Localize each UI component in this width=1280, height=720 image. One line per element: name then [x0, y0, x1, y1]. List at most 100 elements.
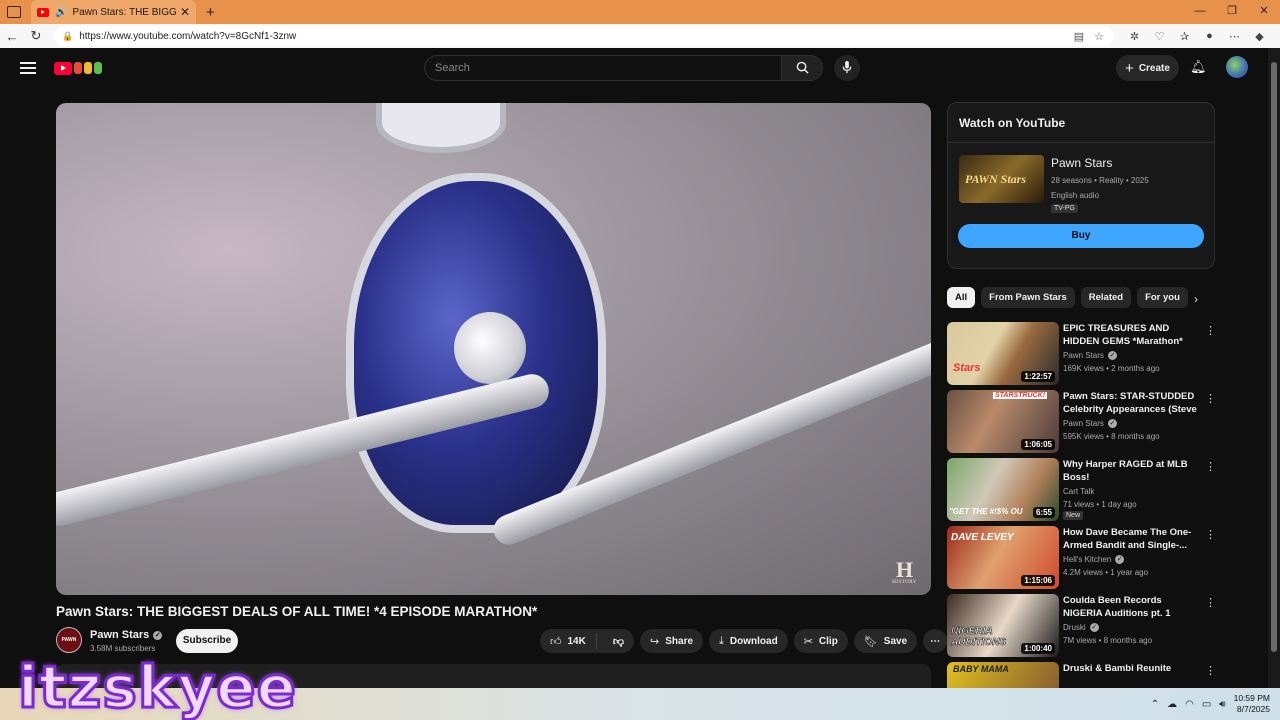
- more-menu-icon[interactable]: ⋯: [1222, 30, 1247, 43]
- list-item[interactable]: STARSTRUCK! 1:06:05 Pawn Stars: STAR-STU…: [947, 390, 1222, 458]
- minimize-icon[interactable]: —: [1184, 0, 1216, 24]
- channel-name[interactable]: Cart Talk: [1063, 487, 1094, 496]
- channel-name[interactable]: Pawn Stars ✓: [1063, 351, 1117, 361]
- user-avatar[interactable]: [1226, 56, 1248, 78]
- more-vertical-icon[interactable]: ⋮: [1205, 392, 1216, 405]
- scissors-icon: ✂: [803, 635, 813, 648]
- list-item[interactable]: NIGERIA AUDITIONS 1:00:40 Coulda Been Re…: [947, 594, 1222, 662]
- browser-essentials-icon[interactable]: ♡: [1147, 30, 1172, 43]
- wifi-icon[interactable]: ◠: [1185, 699, 1194, 710]
- download-button[interactable]: ⤓ Download: [709, 629, 788, 653]
- scrollbar-thumb[interactable]: [1271, 62, 1277, 652]
- video-meta: 595K views • 8 months ago: [1063, 432, 1160, 441]
- save-button[interactable]: 🔖︎ Save: [853, 629, 918, 653]
- clip-button[interactable]: ✂ Clip: [793, 629, 848, 653]
- list-item[interactable]: "GET THE #!$% OU 6:55 Why Harper RAGED a…: [947, 458, 1222, 526]
- channel-avatar[interactable]: PAWN: [56, 627, 82, 653]
- show-title[interactable]: Pawn Stars: [1051, 156, 1112, 170]
- show-thumbnail[interactable]: PAWN Stars: [959, 155, 1044, 203]
- like-button[interactable]: 👍︎ 14K: [540, 633, 597, 649]
- chip-from-pawn-stars[interactable]: From Pawn Stars: [981, 287, 1075, 308]
- more-vertical-icon[interactable]: ⋮: [1205, 528, 1216, 541]
- close-window-icon[interactable]: ✕: [1248, 0, 1280, 24]
- list-item[interactable]: DAVE LEVEY 1:15:06 How Dave Became The O…: [947, 526, 1222, 594]
- video-thumbnail[interactable]: "GET THE #!$% OU 6:55: [947, 458, 1059, 521]
- streamer-overlay-logo: itzskyee: [17, 653, 298, 720]
- volume-icon[interactable]: 🔊︎: [1219, 699, 1225, 710]
- network-icon[interactable]: ☁: [1167, 699, 1177, 710]
- video-title[interactable]: Druski & Bambi Reunite: [1063, 662, 1203, 675]
- chip-all[interactable]: All: [947, 287, 976, 308]
- video-thumbnail[interactable]: STARSTRUCK! 1:06:05: [947, 390, 1059, 453]
- search-input[interactable]: Search: [424, 55, 782, 81]
- video-title[interactable]: Why Harper RAGED at MLB Boss!: [1063, 458, 1203, 484]
- plus-icon: +: [1125, 59, 1134, 77]
- youtube-header: Search + Create 🔔︎: [0, 48, 1268, 88]
- recommendations-list: Stars 1:22:57 EPIC TREASURES AND HIDDEN …: [947, 322, 1222, 720]
- video-title[interactable]: How Dave Became The One-Armed Bandit and…: [1063, 526, 1203, 552]
- chip-for-you[interactable]: For you: [1137, 287, 1188, 308]
- create-label: Create: [1138, 62, 1170, 74]
- subscribe-button[interactable]: Subscribe: [176, 629, 238, 653]
- share-button[interactable]: ↪ Share: [640, 629, 704, 653]
- video-thumbnail[interactable]: NIGERIA AUDITIONS 1:00:40: [947, 594, 1059, 657]
- system-clock[interactable]: 10:59 PM 8/7/2025: [1234, 693, 1270, 715]
- video-player[interactable]: H HISTORY: [56, 103, 931, 595]
- extensions-icon[interactable]: ✲: [1122, 30, 1147, 43]
- chips-next-chevron-icon[interactable]: ›: [1194, 292, 1198, 306]
- video-meta: 7M views • 8 months ago: [1063, 636, 1153, 645]
- back-icon[interactable]: ←: [0, 29, 24, 44]
- close-tab-icon[interactable]: ✕: [180, 5, 190, 19]
- video-title[interactable]: EPIC TREASURES AND HIDDEN GEMS *Marathon…: [1063, 322, 1203, 348]
- create-button[interactable]: + Create: [1116, 55, 1179, 81]
- video-thumbnail[interactable]: Stars 1:22:57: [947, 322, 1059, 385]
- more-actions-button[interactable]: ⋯: [923, 629, 948, 653]
- show-hidden-icons-icon[interactable]: ⌃: [1151, 699, 1159, 710]
- chip-related[interactable]: Related: [1080, 287, 1132, 308]
- channel-name[interactable]: Druski ✓: [1063, 623, 1099, 633]
- new-tab-icon[interactable]: +: [206, 4, 215, 21]
- reader-view-icon[interactable]: ▤: [1074, 30, 1084, 43]
- buy-button[interactable]: Buy: [958, 224, 1204, 248]
- channel-name[interactable]: Pawn Stars ✓: [1063, 419, 1117, 429]
- more-vertical-icon[interactable]: ⋮: [1205, 664, 1216, 677]
- video-title[interactable]: Pawn Stars: STAR-STUDDED Celebrity Appea…: [1063, 390, 1203, 416]
- channel-name[interactable]: Hell's Kitchen ✓: [1063, 555, 1125, 565]
- video-thumbnail[interactable]: DAVE LEVEY 1:15:06: [947, 526, 1059, 589]
- url-field[interactable]: 🔒 https://www.youtube.com/watch?v=8GcNf1…: [54, 26, 1114, 46]
- profile-icon[interactable]: ●: [1197, 30, 1222, 42]
- copilot-icon[interactable]: ◆: [1247, 30, 1272, 43]
- dislike-button[interactable]: 👎︎: [603, 635, 634, 648]
- search-button[interactable]: [781, 55, 823, 81]
- tab-actions-icon[interactable]: [7, 6, 21, 18]
- system-tray: ⌃ ☁ ◠ ▭ 🔊︎ 10:59 PM 8/7/2025: [1151, 688, 1270, 720]
- display-icon[interactable]: ▭: [1202, 699, 1211, 710]
- more-vertical-icon[interactable]: ⋮: [1205, 596, 1216, 609]
- duration-badge: 1:06:05: [1021, 439, 1055, 450]
- new-badge: New: [1063, 511, 1084, 520]
- maximize-icon[interactable]: ❐: [1216, 0, 1248, 24]
- refresh-icon[interactable]: ↻: [24, 28, 48, 44]
- notifications-bell-icon[interactable]: 🔔︎: [1190, 59, 1207, 75]
- video-actions: 👍︎ 14K 👎︎ ↪ Share ⤓ Download ✂ Clip 🔖︎ S…: [540, 629, 948, 653]
- speaker-icon[interactable]: 🔊: [55, 7, 67, 18]
- lock-icon[interactable]: 🔒: [62, 31, 73, 42]
- favorites-icon[interactable]: ✰: [1172, 30, 1197, 43]
- verified-check-icon: ✓: [1089, 623, 1099, 633]
- list-item[interactable]: Stars 1:22:57 EPIC TREASURES AND HIDDEN …: [947, 322, 1222, 390]
- card-heading: Watch on YouTube: [948, 103, 1214, 143]
- more-vertical-icon[interactable]: ⋮: [1205, 460, 1216, 473]
- channel-name[interactable]: Pawn Stars ✓: [90, 629, 163, 641]
- video-title[interactable]: Coulda Been Records NIGERIA Auditions pt…: [1063, 594, 1203, 620]
- favorite-star-icon[interactable]: ☆: [1094, 30, 1104, 43]
- youtube-logo[interactable]: [54, 61, 102, 75]
- voice-search-button[interactable]: [834, 55, 860, 81]
- hamburger-menu-icon[interactable]: [20, 59, 36, 77]
- youtube-play-icon: [54, 61, 72, 75]
- rating-badge: TV-PG: [1051, 204, 1079, 213]
- more-vertical-icon[interactable]: ⋮: [1205, 324, 1216, 337]
- page-scrollbar[interactable]: [1268, 48, 1280, 688]
- like-dislike-group: 👍︎ 14K 👎︎: [540, 629, 635, 653]
- browser-tab[interactable]: 🔊 Pawn Stars: THE BIGGEST DE ✕: [31, 0, 196, 24]
- video-meta: 4.2M views • 1 year ago: [1063, 568, 1149, 577]
